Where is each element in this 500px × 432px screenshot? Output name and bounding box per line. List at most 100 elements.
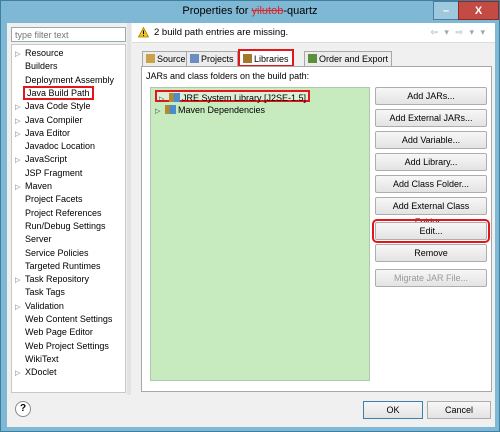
nav-item-label: Project References	[25, 207, 102, 218]
nav-item-java-compiler[interactable]: ▷ Java Compiler	[15, 114, 83, 127]
source-folder-icon	[146, 54, 155, 63]
nav-item-maven[interactable]: ▷ Maven	[15, 180, 52, 193]
tab-label: Order and Export	[319, 54, 389, 64]
nav-item-javadoc-location[interactable]: Javadoc Location	[15, 140, 95, 153]
tab-libraries[interactable]: Libraries	[238, 49, 294, 67]
nav-item-task-tags[interactable]: Task Tags	[15, 286, 65, 299]
help-button[interactable]: ?	[15, 401, 31, 417]
title-redacted-name: yilutob	[251, 5, 284, 17]
tab-label: Libraries	[254, 54, 289, 64]
warning-icon	[138, 27, 149, 38]
close-icon: X	[474, 4, 483, 17]
close-button[interactable]: X	[458, 1, 499, 20]
expand-arrow-icon[interactable]: ▷	[15, 181, 25, 194]
minimize-button[interactable]: –	[433, 1, 458, 20]
nav-item-project-references[interactable]: Project References	[15, 207, 102, 220]
nav-item-label: XDoclet	[25, 367, 57, 378]
add-library-button[interactable]: Add Library...	[375, 153, 487, 171]
nav-item-java-code-style[interactable]: ▷ Java Code Style	[15, 100, 91, 113]
ok-button[interactable]: OK	[363, 401, 423, 419]
tab-order-and-export[interactable]: Order and Export	[304, 51, 393, 66]
nav-item-web-page-editor[interactable]: Web Page Editor	[15, 326, 93, 339]
nav-item-label: Project Facets	[25, 194, 83, 205]
library-entry[interactable]: ▷ Maven Dependencies	[155, 104, 265, 116]
dialog-client-area: ▷ResourceBuildersDeployment AssemblyJava…	[7, 23, 495, 427]
expand-arrow-icon[interactable]: ▷	[15, 115, 25, 128]
add-class-folder-button[interactable]: Add Class Folder...	[375, 175, 487, 193]
cancel-button[interactable]: Cancel	[427, 401, 491, 419]
nav-item-resource[interactable]: ▷ Resource	[15, 47, 64, 60]
expand-arrow-icon[interactable]: ▷	[15, 101, 25, 114]
nav-item-java-build-path[interactable]: Java Build Path	[15, 85, 94, 100]
nav-item-label: Builders	[25, 61, 58, 72]
help-icon: ?	[19, 403, 27, 414]
nav-item-validation[interactable]: ▷ Validation	[15, 300, 64, 313]
add-variable-button[interactable]: Add Variable...	[375, 131, 487, 149]
expand-arrow-icon[interactable]: ▷	[15, 301, 25, 314]
nav-item-label: JavaScript	[25, 154, 68, 165]
nav-item-label: Run/Debug Settings	[25, 220, 106, 231]
nav-item-xdoclet[interactable]: ▷ XDoclet	[15, 366, 57, 379]
expand-arrow-icon[interactable]: ▷	[15, 128, 25, 141]
expand-arrow-icon[interactable]: ▷	[15, 154, 25, 167]
nav-item-jsp-fragment[interactable]: JSP Fragment	[15, 167, 82, 180]
nav-item-label: Task Tags	[25, 287, 65, 298]
expand-arrow-icon[interactable]: ▷	[15, 367, 25, 380]
tab-projects[interactable]: Projects	[186, 51, 238, 66]
nav-item-label: Java Editor	[25, 127, 71, 138]
nav-item-wikitext[interactable]: WikiText	[15, 353, 59, 366]
title-prefix: Properties for	[182, 5, 252, 17]
tab-source[interactable]: Source	[142, 51, 190, 66]
library-entry-label: Maven Dependencies	[178, 105, 266, 115]
nav-item-java-editor[interactable]: ▷ Java Editor	[15, 127, 70, 140]
library-tree[interactable]: ▷ JRE System Library [J2SE-1.5] ▷ Maven Dep…	[150, 87, 370, 381]
minimize-icon: –	[442, 4, 450, 17]
nav-item-run-debug-settings[interactable]: Run/Debug Settings	[15, 220, 106, 233]
add-external-class-folder-button[interactable]: Add External Class Folder...	[375, 197, 487, 227]
nav-item-label: Targeted Runtimes	[25, 260, 101, 271]
nav-item-label: JSP Fragment	[25, 167, 83, 178]
expand-arrow-icon[interactable]: ▷	[15, 274, 25, 287]
nav-item-label: Javadoc Location	[25, 141, 96, 152]
nav-item-web-content-settings[interactable]: Web Content Settings	[15, 313, 112, 326]
filter-input[interactable]	[11, 27, 126, 42]
nav-item-label: Web Content Settings	[25, 314, 113, 324]
library-jar-icon	[169, 93, 180, 102]
nav-item-service-policies[interactable]: Service Policies	[15, 247, 89, 260]
tab-label: Projects	[201, 54, 234, 64]
nav-item-label: Java Code Style	[25, 101, 91, 112]
nav-item-label: Web Page Editor	[25, 327, 93, 338]
nav-item-label: Java Compiler	[25, 114, 83, 125]
nav-item-targeted-runtimes[interactable]: Targeted Runtimes	[15, 260, 101, 273]
nav-item-project-facets[interactable]: Project Facets	[15, 193, 83, 206]
nav-item-deployment-assembly[interactable]: Deployment Assembly	[15, 74, 114, 87]
nav-item-builders[interactable]: Builders	[15, 60, 58, 73]
nav-item-server[interactable]: Server	[15, 233, 52, 246]
property-page-tree: ▷ Resource Builders Deployment Assembly Java…	[11, 44, 126, 393]
library-entry[interactable]: ▷ JRE System Library [J2SE-1.5]	[155, 90, 311, 103]
migrate-jar-file-button: Migrate JAR File...	[375, 269, 487, 287]
history-nav-arrows[interactable]: ⇦ ▾ ⇨ ▾ ▾	[430, 27, 487, 38]
nav-item-label: Deployment Assembly	[25, 74, 115, 85]
expand-arrow-icon[interactable]: ▷	[15, 48, 25, 61]
nav-item-label: Task Repository	[25, 274, 90, 285]
nav-item-label: Resource	[25, 48, 64, 58]
library-entry-label: JRE System Library [J2SE-1.5]	[182, 93, 307, 103]
nav-item-task-repository[interactable]: ▷ Task Repository	[15, 273, 89, 286]
nav-item-javascript[interactable]: ▷ JavaScript	[15, 153, 67, 166]
expand-arrow-icon[interactable]: ▷	[155, 106, 165, 118]
page-header: 2 build path entries are missing. ⇦ ▾ ⇨ …	[132, 23, 495, 43]
remove-button[interactable]: Remove	[375, 244, 487, 262]
projects-icon	[190, 54, 199, 63]
add-external-jars-button[interactable]: Add External JARs...	[375, 109, 487, 127]
nav-item-label: Server	[25, 234, 52, 245]
pane-splitter[interactable]	[127, 23, 131, 395]
edit-button[interactable]: Edit...	[372, 219, 490, 243]
add-jars-button[interactable]: Add JARs...	[375, 87, 487, 105]
nav-item-web-project-settings[interactable]: Web Project Settings	[15, 340, 109, 353]
panel-label: JARs and class folders on the build path…	[146, 71, 310, 81]
title-bar[interactable]: Properties for yilutob-quartz – X	[1, 1, 499, 23]
nav-item-label: Maven	[25, 181, 53, 191]
warning-message: 2 build path entries are missing.	[154, 27, 289, 38]
libraries-panel: JARs and class folders on the build path…	[141, 66, 492, 392]
